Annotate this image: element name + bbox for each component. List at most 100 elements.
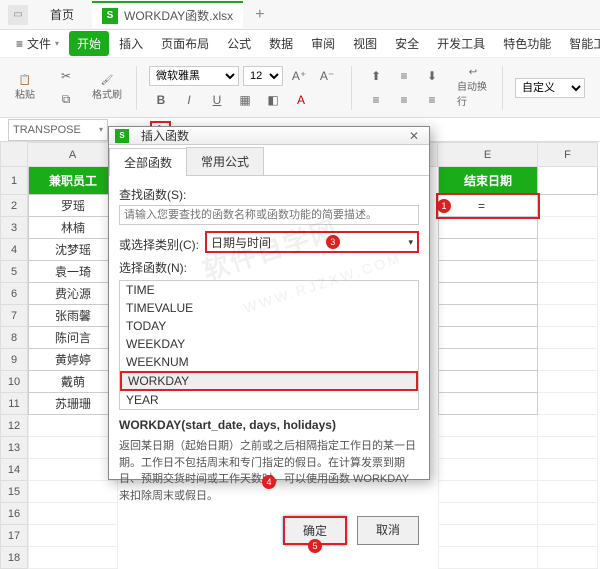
row-header[interactable]: 17 xyxy=(0,525,28,547)
cut-icon[interactable]: ✂ xyxy=(54,65,78,87)
cell[interactable] xyxy=(538,195,598,217)
row-header[interactable]: 6 xyxy=(0,283,28,305)
menu-smart[interactable]: 智能工具 xyxy=(561,31,600,56)
cell-employee[interactable]: 沈梦瑶 xyxy=(28,239,118,261)
cell[interactable] xyxy=(538,547,598,569)
bold-icon[interactable]: B xyxy=(149,89,173,111)
tab-file[interactable]: S WORKDAY函数.xlsx xyxy=(92,1,243,28)
cell[interactable] xyxy=(28,547,118,569)
align-left-icon[interactable]: ≡ xyxy=(364,89,388,111)
row-header[interactable]: 10 xyxy=(0,371,28,393)
menu-security[interactable]: 安全 xyxy=(387,31,427,56)
align-top-icon[interactable]: ⬆ xyxy=(364,65,388,87)
row-header[interactable]: 3 xyxy=(0,217,28,239)
menu-formula[interactable]: 公式 xyxy=(219,31,259,56)
paste-button[interactable]: 📋粘贴 xyxy=(8,64,42,112)
cell[interactable] xyxy=(538,525,598,547)
cell[interactable] xyxy=(438,415,538,437)
cell[interactable] xyxy=(438,349,538,371)
cell[interactable] xyxy=(438,503,538,525)
font-color-icon[interactable]: A xyxy=(289,89,313,111)
list-item[interactable]: WEEKDAY xyxy=(120,335,418,353)
list-item[interactable]: WEEKNUM xyxy=(120,353,418,371)
row-header[interactable]: 12 xyxy=(0,415,28,437)
tab-all-functions[interactable]: 全部函数 xyxy=(109,148,187,176)
row-header[interactable]: 15 xyxy=(0,481,28,503)
copy-icon[interactable]: ⧉ xyxy=(54,89,78,111)
cell[interactable] xyxy=(538,415,598,437)
cell[interactable] xyxy=(28,481,118,503)
cell-employee[interactable]: 戴萌 xyxy=(28,371,118,393)
menu-view[interactable]: 视图 xyxy=(345,31,385,56)
cell[interactable] xyxy=(438,239,538,261)
cell-employee[interactable]: 苏珊珊 xyxy=(28,393,118,415)
row-header[interactable]: 8 xyxy=(0,327,28,349)
row-header[interactable]: 11 xyxy=(0,393,28,415)
tab-common-formulas[interactable]: 常用公式 xyxy=(186,147,264,175)
align-center-icon[interactable]: ≡ xyxy=(392,89,416,111)
cell-employee[interactable]: 罗瑶 xyxy=(28,195,118,217)
cell[interactable] xyxy=(438,481,538,503)
cell[interactable] xyxy=(438,283,538,305)
font-select[interactable]: 微软雅黑 xyxy=(149,66,239,86)
cell-employee[interactable]: 林楠 xyxy=(28,217,118,239)
cell[interactable] xyxy=(28,415,118,437)
cell[interactable] xyxy=(438,459,538,481)
align-mid-icon[interactable]: ≡ xyxy=(392,65,416,87)
row-header[interactable]: 4 xyxy=(0,239,28,261)
wrap-button[interactable]: ↩自动换行 xyxy=(456,64,490,112)
size-select[interactable]: 12 xyxy=(243,66,283,86)
cell[interactable] xyxy=(438,305,538,327)
cell-employee[interactable]: 张雨馨 xyxy=(28,305,118,327)
list-item[interactable]: TIMEVALUE xyxy=(120,299,418,317)
cell[interactable] xyxy=(538,305,598,327)
border-icon[interactable]: ▦ xyxy=(233,89,257,111)
menu-review[interactable]: 审阅 xyxy=(303,31,343,56)
function-list[interactable]: TIMETIMEVALUETODAYWEEKDAYWEEKNUMWORKDAY4… xyxy=(119,280,419,410)
menu-layout[interactable]: 页面布局 xyxy=(153,31,217,56)
cell[interactable] xyxy=(28,459,118,481)
align-right-icon[interactable]: ≡ xyxy=(420,89,444,111)
row-header[interactable]: 7 xyxy=(0,305,28,327)
cell[interactable] xyxy=(28,503,118,525)
menu-special[interactable]: 特色功能 xyxy=(495,31,559,56)
cell[interactable] xyxy=(438,393,538,415)
col-header-a[interactable]: A xyxy=(28,142,118,167)
name-box[interactable]: TRANSPOSE▾ xyxy=(8,119,108,141)
cell[interactable] xyxy=(538,239,598,261)
cell[interactable] xyxy=(538,327,598,349)
cell[interactable] xyxy=(28,525,118,547)
cell[interactable] xyxy=(538,283,598,305)
cell[interactable] xyxy=(538,503,598,525)
list-item-workday[interactable]: WORKDAY4 xyxy=(120,371,418,391)
format-select[interactable]: 自定义 xyxy=(515,78,585,98)
list-item[interactable]: YEARFRAC xyxy=(120,409,418,410)
fill-color-icon[interactable]: ◧ xyxy=(261,89,285,111)
underline-icon[interactable]: U xyxy=(205,89,229,111)
row-header[interactable]: 2 xyxy=(0,195,28,217)
grow-font-icon[interactable]: A⁺ xyxy=(287,65,311,87)
cell[interactable] xyxy=(438,525,538,547)
cell[interactable] xyxy=(538,349,598,371)
category-select[interactable]: 日期与时间 3 ▾ xyxy=(205,231,419,253)
menu-file[interactable]: ≡文件▾ xyxy=(8,31,67,56)
cell-employee[interactable]: 袁一琦 xyxy=(28,261,118,283)
col-header-e[interactable]: E xyxy=(438,142,538,167)
cell[interactable] xyxy=(538,459,598,481)
list-item[interactable]: TIME xyxy=(120,281,418,299)
cell[interactable] xyxy=(538,437,598,459)
cell[interactable] xyxy=(438,547,538,569)
shrink-font-icon[interactable]: A⁻ xyxy=(315,65,339,87)
row-header[interactable]: 5 xyxy=(0,261,28,283)
menu-insert[interactable]: 插入 xyxy=(111,31,151,56)
cell[interactable] xyxy=(538,261,598,283)
menu-data[interactable]: 数据 xyxy=(261,31,301,56)
format-painter[interactable]: 🖌格式刷 xyxy=(90,64,124,112)
cell[interactable] xyxy=(438,217,538,239)
cell[interactable] xyxy=(438,437,538,459)
cell-employee[interactable]: 陈问言 xyxy=(28,327,118,349)
row-header[interactable]: 13 xyxy=(0,437,28,459)
add-tab-button[interactable]: + xyxy=(255,6,264,24)
menu-start[interactable]: 开始 xyxy=(69,31,109,56)
cell[interactable] xyxy=(538,393,598,415)
